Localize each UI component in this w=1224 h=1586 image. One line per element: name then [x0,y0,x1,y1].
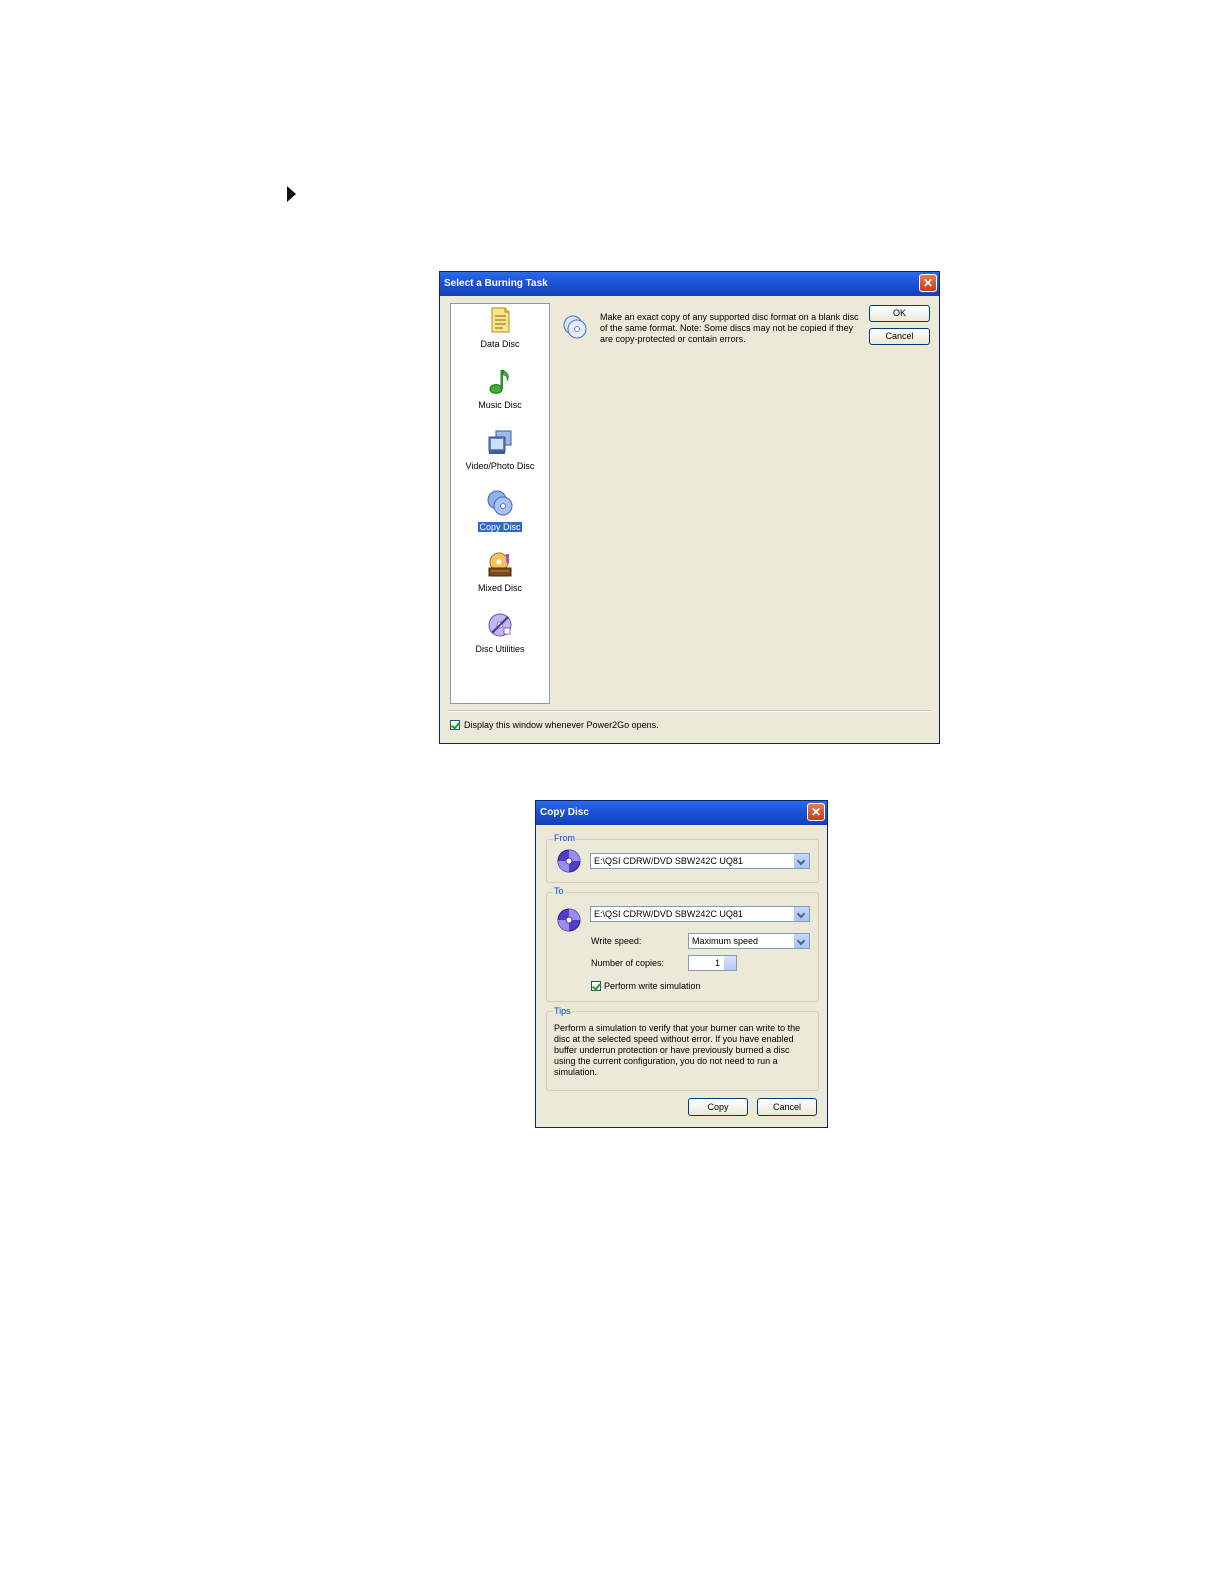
task-item-music-disc[interactable]: Music Disc [451,367,549,413]
copy-disc-icon [487,490,513,516]
title-bar[interactable]: Select a Burning Task ✕ [440,272,939,296]
to-drive-value: E:\QSI CDRW/DVD SBW242C UQ81 [594,909,743,919]
from-drive-value: E:\QSI CDRW/DVD SBW242C UQ81 [594,856,743,866]
stepper-arrows-icon[interactable] [724,956,736,970]
select-burning-task-dialog: Select a Burning Task ✕ Data Disc Music … [439,271,940,744]
tips-text: Perform a simulation to verify that your… [554,1023,801,1077]
chevron-down-icon[interactable] [794,907,809,921]
dialog-title: Copy Disc [540,807,589,818]
number-of-copies-stepper[interactable]: 1 [688,955,737,971]
write-speed-value: Maximum speed [692,936,759,946]
document-icon [491,307,510,333]
close-icon: ✕ [922,276,934,290]
tips-group-label: Tips [553,1006,572,1016]
copy-disc-description-icon [563,315,587,339]
task-label: Video/Photo Disc [465,461,535,471]
task-list: Data Disc Music Disc Video/Photo Disc Co… [450,303,550,704]
close-icon: ✕ [810,805,822,819]
perform-write-simulation-checkbox[interactable] [591,981,601,991]
task-label: Copy Disc [478,522,522,532]
write-speed-select[interactable]: Maximum speed [688,933,810,949]
number-of-copies-label: Number of copies: [591,958,665,968]
task-label: Data Disc [480,339,520,349]
cancel-button[interactable]: Cancel [869,328,930,345]
mixed-disc-icon [488,552,512,577]
bullet-arrow-icon [287,186,296,202]
task-item-data-disc[interactable]: Data Disc [451,306,549,352]
bottom-separator [448,710,931,712]
task-label: Mixed Disc [477,583,522,593]
from-group-label: From [553,833,576,843]
task-item-video-photo-disc[interactable]: Video/Photo Disc [451,428,549,474]
title-bar[interactable]: Copy Disc ✕ [536,801,827,825]
dialog-title: Select a Burning Task [444,278,548,289]
to-drive-select[interactable]: E:\QSI CDRW/DVD SBW242C UQ81 [590,906,810,922]
disc-utilities-icon [488,613,512,637]
ok-button[interactable]: OK [869,305,930,322]
task-label: Music Disc [478,400,522,410]
close-button[interactable]: ✕ [919,274,937,292]
display-window-label: Display this window whenever Power2Go op… [464,720,659,730]
perform-write-simulation-label: Perform write simulation [604,981,701,991]
task-label: Disc Utilities [475,644,525,654]
display-window-checkbox[interactable] [450,720,460,730]
film-icon [488,430,512,454]
number-of-copies-value: 1 [714,958,720,968]
music-note-icon [489,369,509,394]
from-drive-select[interactable]: E:\QSI CDRW/DVD SBW242C UQ81 [590,853,810,869]
task-description: Make an exact copy of any supported disc… [600,312,859,344]
close-button[interactable]: ✕ [807,803,825,821]
task-item-mixed-disc[interactable]: Mixed Disc [451,550,549,596]
copy-button[interactable]: Copy [688,1098,748,1116]
chevron-down-icon[interactable] [794,854,809,868]
chevron-down-icon[interactable] [794,934,809,948]
to-group-label: To [553,886,565,896]
disc-drive-icon [557,849,581,873]
copy-disc-dialog: Copy Disc ✕ From E:\QSI CDRW/DVD SBW242C… [535,800,828,1128]
disc-drive-icon [557,908,581,932]
task-item-disc-utilities[interactable]: Disc Utilities [451,611,549,657]
task-item-copy-disc[interactable]: Copy Disc [451,489,549,535]
cancel-button[interactable]: Cancel [757,1098,817,1116]
write-speed-label: Write speed: [591,936,642,946]
